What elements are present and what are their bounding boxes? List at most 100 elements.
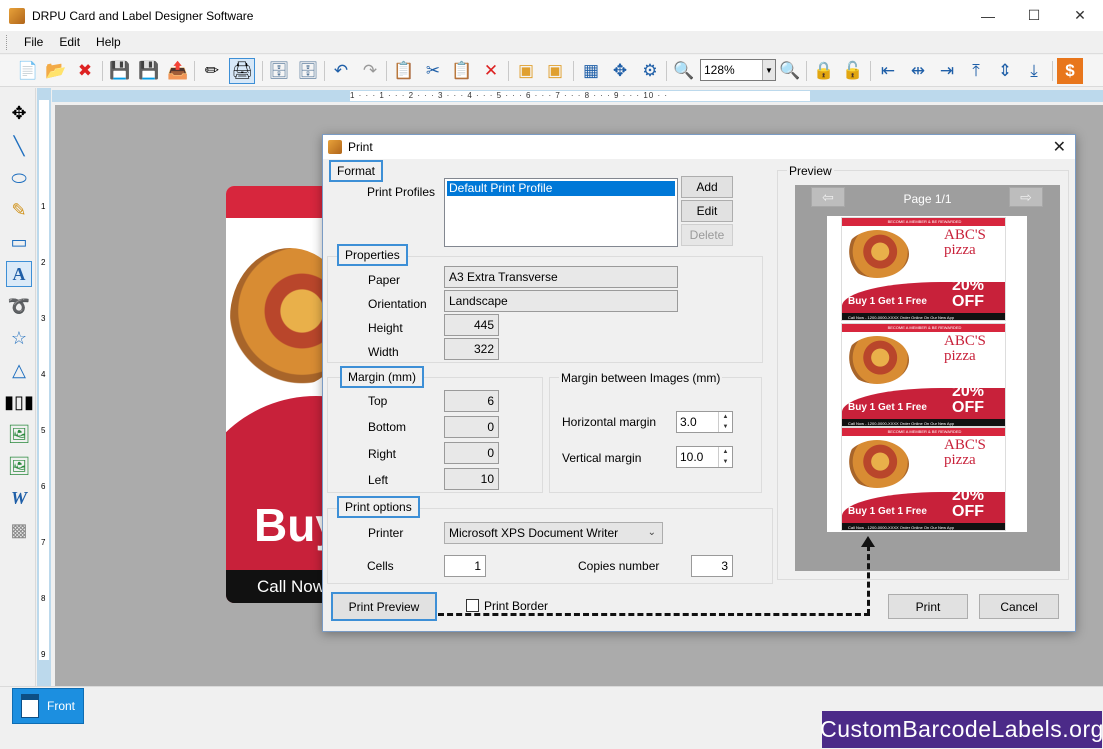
pencil-tool-icon[interactable]: ✎ (6, 197, 32, 223)
preview-card-name: ABC'S pizza (944, 438, 986, 468)
image-tool-icon[interactable]: 🖼 (6, 421, 32, 447)
redo-icon[interactable]: ↷ (357, 58, 383, 84)
margin-heading: Margin (mm) (340, 366, 424, 388)
close-doc-icon[interactable]: ✖ (72, 58, 98, 84)
cancel-button[interactable]: Cancel (979, 594, 1059, 619)
maximize-button[interactable]: ☐ (1011, 0, 1057, 31)
buy-dollar-icon[interactable]: $ (1057, 58, 1083, 84)
delete-icon[interactable]: ✕ (478, 58, 504, 84)
settings-gear-icon[interactable]: ⚙ (637, 58, 663, 84)
copies-field[interactable]: 3 (691, 555, 733, 577)
database-icon[interactable]: 🗄 (295, 58, 321, 84)
margin-right-field[interactable]: 0 (444, 442, 499, 464)
preview-discount: 20% OFF (952, 384, 984, 416)
print-border-checkbox[interactable] (466, 599, 479, 612)
curve-tool-icon[interactable]: ➰ (6, 293, 32, 319)
undo-icon[interactable]: ↶ (328, 58, 354, 84)
add-profile-button[interactable]: Add (681, 176, 733, 198)
unlock-icon[interactable]: 🔓 (840, 58, 866, 84)
height-label: Height (368, 321, 403, 335)
edit-profile-button[interactable]: Edit (681, 200, 733, 222)
star-tool-icon[interactable]: ☆ (6, 325, 32, 351)
print-profiles-list[interactable]: Default Print Profile (444, 178, 678, 247)
toolbar-separator (1052, 61, 1053, 81)
spinner-arrows[interactable]: ▲ ▼ (718, 447, 732, 467)
triangle-tool-icon[interactable]: △ (6, 357, 32, 383)
paste-icon[interactable]: 📋 (449, 58, 475, 84)
preview-name-line1: ABC'S (944, 333, 986, 349)
zoom-select[interactable]: 128% ▼ (700, 59, 776, 81)
save-icon[interactable]: 💾 (107, 58, 133, 84)
chevron-down-icon[interactable]: ⌄ (648, 527, 656, 538)
close-window-button[interactable]: ✕ (1057, 0, 1103, 31)
align-center-h-icon[interactable]: ⇹ (905, 58, 931, 84)
print-button[interactable]: Print (888, 594, 968, 619)
preview-buy-text: Buy 1 Get 1 Free (848, 506, 927, 517)
align-bottom-icon[interactable]: ⤓ (1021, 58, 1047, 84)
grid-icon[interactable]: ▦ (578, 58, 604, 84)
orientation-field: Landscape (444, 290, 678, 312)
menu-bar: File Edit Help (0, 31, 1103, 54)
vertical-margin-spinner[interactable]: 10.0 ▲ ▼ (676, 446, 733, 468)
margin-bottom-field[interactable]: 0 (444, 416, 499, 438)
send-back-icon[interactable]: ▣ (542, 58, 568, 84)
cut-icon[interactable]: ✂ (420, 58, 446, 84)
delete-profile-button[interactable]: Delete (681, 224, 733, 246)
annotation-arrow-icon (861, 536, 875, 547)
barcode-tool-icon[interactable]: ▮▯▮ (4, 389, 34, 415)
preview-name-line2: pizza (944, 452, 976, 468)
minimize-button[interactable]: — (965, 0, 1011, 31)
print-preview-button[interactable]: Print Preview (331, 592, 437, 621)
next-page-icon[interactable]: ⇨ (1009, 187, 1043, 207)
tool-strip: ✥ ╲ ⬭ ✎ ▭ A ➰ ☆ △ ▮▯▮ 🖼 🖼 W ▩ (0, 88, 36, 686)
pointer-move-icon[interactable]: ✥ (6, 100, 32, 126)
ellipse-tool-icon[interactable]: ⬭ (6, 165, 32, 191)
copies-label: Copies number (578, 559, 660, 573)
edit-icon[interactable]: ✏ (199, 58, 225, 84)
preview-area: ⇦ Page 1/1 ⇨ BECOME A MEMBER & BE REWARD… (795, 185, 1060, 571)
new-file-icon[interactable]: 📄 (15, 58, 41, 84)
align-left-icon[interactable]: ⇤ (875, 58, 901, 84)
bring-front-icon[interactable]: ▣ (513, 58, 539, 84)
export-icon[interactable]: 📤 (165, 58, 191, 84)
rectangle-tool-icon[interactable]: ▭ (6, 229, 32, 255)
menu-help[interactable]: Help (88, 35, 129, 49)
list-item[interactable]: Default Print Profile (447, 181, 675, 196)
horizontal-margin-spinner[interactable]: 3.0 ▲ ▼ (676, 411, 733, 433)
align-right-icon[interactable]: ⇥ (934, 58, 960, 84)
menu-edit[interactable]: Edit (51, 35, 88, 49)
wordart-tool-icon[interactable]: W (6, 485, 32, 511)
margin-left-field[interactable]: 10 (444, 468, 499, 490)
margin-top-field[interactable]: 6 (444, 390, 499, 412)
zoom-in-icon[interactable]: 🔍 (671, 58, 697, 84)
center-align-icon[interactable]: ✥ (607, 58, 633, 84)
align-top-icon[interactable]: ⤒ (963, 58, 989, 84)
close-icon[interactable]: ✕ (1053, 137, 1066, 157)
spinner-arrows[interactable]: ▲ ▼ (718, 412, 732, 432)
line-tool-icon[interactable]: ╲ (6, 133, 32, 159)
width-label: Width (368, 345, 399, 359)
print-icon[interactable]: 🖨 (229, 58, 255, 84)
tab-front[interactable]: Front (12, 688, 84, 724)
card-call-text[interactable]: Call Now (257, 577, 325, 597)
annotation-dashed-line (438, 613, 870, 616)
open-folder-icon[interactable]: 📂 (43, 58, 69, 84)
lock-icon[interactable]: 🔒 (811, 58, 837, 84)
cells-field[interactable]: 1 (444, 555, 486, 577)
preview-footer: Call Now - 1200-0000-XXXX Order Online O… (842, 419, 1005, 426)
pattern-tool-icon[interactable]: ▩ (6, 517, 32, 543)
save-as-icon[interactable]: 💾 (136, 58, 162, 84)
text-tool-icon[interactable]: A (6, 261, 32, 287)
toolbar-separator (386, 61, 387, 81)
preview-pizza-image (845, 440, 909, 488)
printer-select[interactable]: Microsoft XPS Document Writer ⌄ (444, 522, 663, 544)
image-library-icon[interactable]: 🖼 (6, 453, 32, 479)
menu-file[interactable]: File (16, 35, 51, 49)
database-add-icon[interactable]: 🗄 (266, 58, 292, 84)
align-middle-icon[interactable]: ⇕ (992, 58, 1018, 84)
copy-icon[interactable]: 📋 (391, 58, 417, 84)
chevron-down-icon[interactable]: ▼ (762, 60, 775, 80)
preview-card-band: BECOME A MEMBER & BE REWARDED (842, 218, 1005, 226)
preview-pizza-image (845, 336, 909, 384)
zoom-out-icon[interactable]: 🔍 (777, 58, 803, 84)
